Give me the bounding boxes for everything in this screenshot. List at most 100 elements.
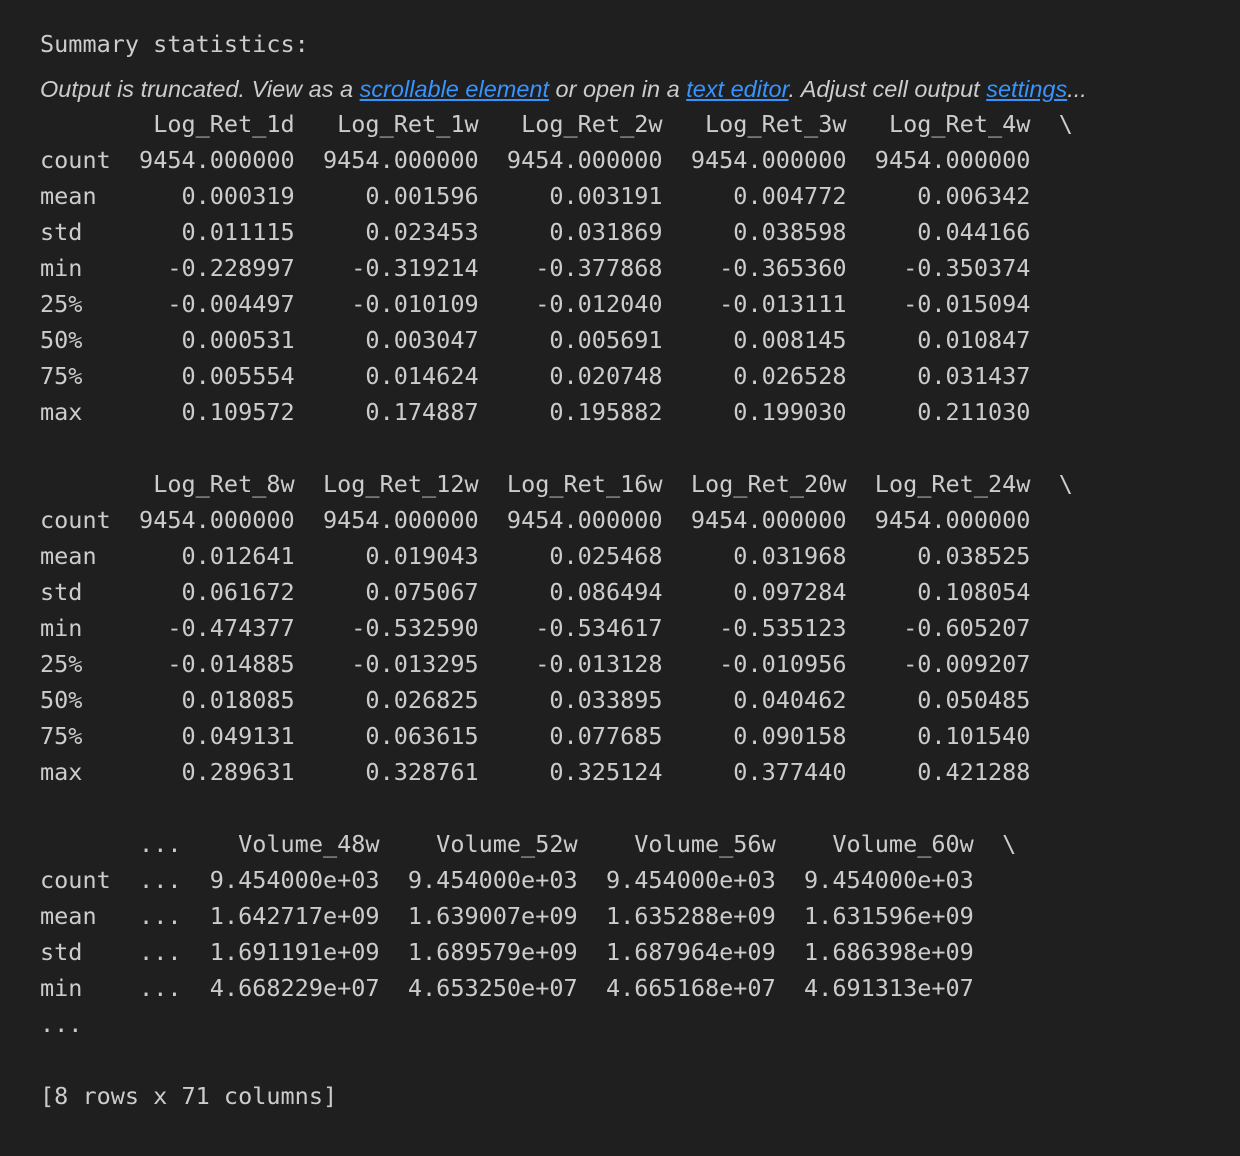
cell-value: 0.211030 [874, 398, 1031, 426]
cell-value: 1.642717e+09 [209, 902, 380, 930]
column-header: Log_Ret_1w [322, 110, 479, 138]
column-header: Log_Ret_1d [139, 110, 295, 138]
cell-value: ... [139, 974, 182, 1002]
settings-link[interactable]: settings [986, 76, 1067, 102]
cell-value: -0.534617 [506, 614, 663, 642]
scrollable-element-link[interactable]: scrollable element [360, 76, 549, 102]
cell-value: 0.108054 [874, 578, 1031, 606]
cell-value: 9454.000000 [874, 506, 1031, 534]
cell-value: 9454.000000 [690, 146, 847, 174]
table-row: mean 0.012641 0.019043 0.025468 0.031968… [40, 542, 1030, 570]
cell-value: 0.003047 [322, 326, 479, 354]
column-header: Log_Ret_12w [322, 470, 479, 498]
cell-value: 0.005691 [506, 326, 663, 354]
table-row: max 0.289631 0.328761 0.325124 0.377440 … [40, 758, 1030, 786]
table-row: std ... 1.691191e+09 1.689579e+09 1.6879… [40, 938, 974, 966]
stats-table-block-1: Log_Ret_1d Log_Ret_1w Log_Ret_2w Log_Ret… [40, 106, 1073, 430]
cell-value: 0.014624 [322, 362, 479, 390]
cell-value: 0.031968 [690, 542, 847, 570]
cell-value: -0.015094 [874, 290, 1031, 318]
cell-value: 0.011115 [139, 218, 295, 246]
cell-value: 9454.000000 [139, 146, 295, 174]
table-row: min -0.474377 -0.532590 -0.534617 -0.535… [40, 614, 1030, 642]
table-header-row: ... Volume_48w Volume_52w Volume_56w Vol… [40, 830, 1016, 858]
row-label: count [40, 506, 111, 534]
table-row: mean 0.000319 0.001596 0.003191 0.004772… [40, 182, 1030, 210]
column-header: Log_Ret_16w [506, 470, 663, 498]
row-label: mean [40, 542, 111, 570]
row-label: std [40, 578, 111, 606]
text-editor-link[interactable]: text editor [686, 76, 788, 102]
cell-value: 9.454000e+03 [804, 866, 974, 894]
cell-value: -0.319214 [322, 254, 479, 282]
table-row: 25% -0.014885 -0.013295 -0.013128 -0.010… [40, 650, 1030, 678]
cell-value: 0.005554 [139, 362, 295, 390]
row-label: 50% [40, 686, 111, 714]
cell-value: 0.006342 [874, 182, 1031, 210]
cell-value: 0.195882 [506, 398, 663, 426]
column-header: Volume_52w [407, 830, 578, 858]
row-label: min [40, 254, 111, 282]
cell-value: 0.031869 [506, 218, 663, 246]
cell-value: 4.668229e+07 [209, 974, 380, 1002]
cell-value: 4.665168e+07 [605, 974, 776, 1002]
column-header: Volume_48w [209, 830, 380, 858]
cell-value: 1.631596e+09 [804, 902, 974, 930]
cell-value: 1.687964e+09 [605, 938, 776, 966]
table-row: 75% 0.049131 0.063615 0.077685 0.090158 … [40, 722, 1030, 750]
column-header: Volume_60w [804, 830, 974, 858]
cell-value: 9.454000e+03 [407, 866, 578, 894]
cell-value: 0.031437 [874, 362, 1031, 390]
table-row: 50% 0.000531 0.003047 0.005691 0.008145 … [40, 326, 1030, 354]
cell-value: 0.018085 [139, 686, 295, 714]
cell-value: 0.101540 [874, 722, 1031, 750]
cell-value: 0.049131 [139, 722, 295, 750]
header-spacer [40, 830, 111, 858]
cell-value: 0.040462 [690, 686, 847, 714]
cell-value: 0.174887 [322, 398, 479, 426]
table-row: mean ... 1.642717e+09 1.639007e+09 1.635… [40, 902, 974, 930]
cell-value: 9454.000000 [690, 506, 847, 534]
row-label: std [40, 218, 111, 246]
truncated-rows-marker: ... [40, 1010, 83, 1038]
